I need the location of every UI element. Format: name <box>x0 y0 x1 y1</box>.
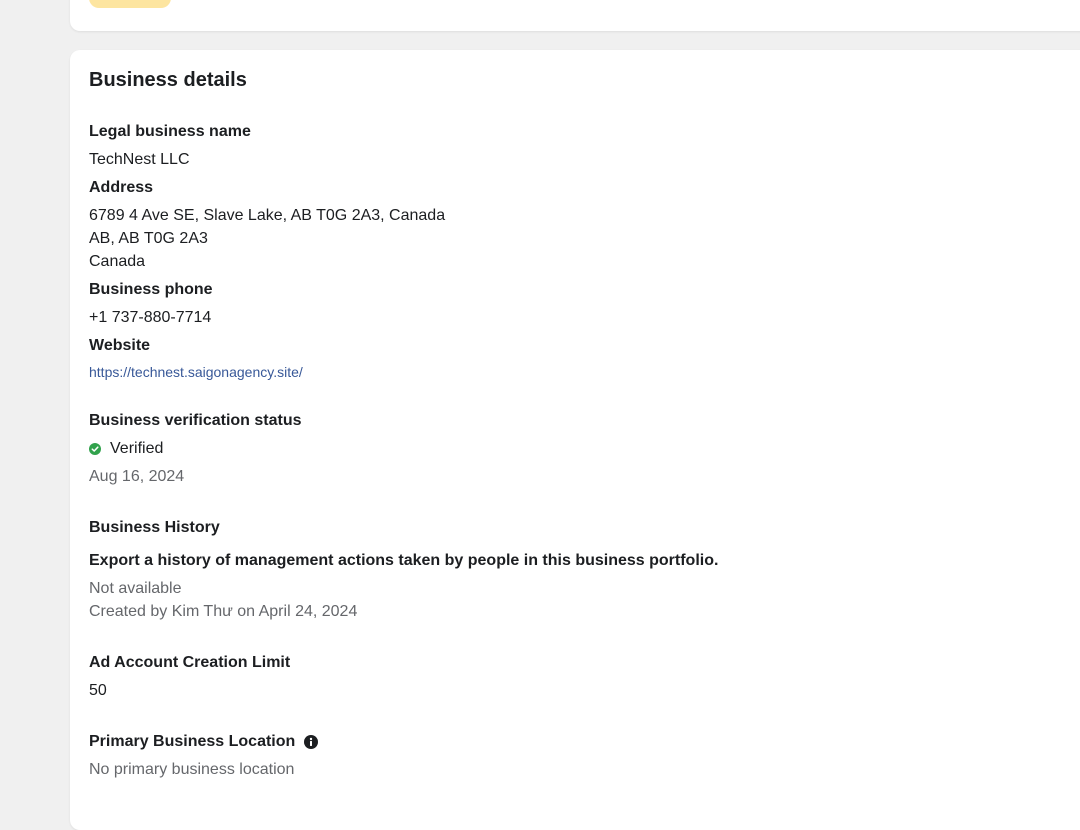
address-line-3: Canada <box>89 253 146 270</box>
section-title: Business details <box>89 69 247 91</box>
history-created: Created by Kim Thư on April 24, 2024 <box>89 603 358 620</box>
primary-location-value: No primary business location <box>89 761 295 778</box>
history-description: Export a history of management actions t… <box>89 552 719 569</box>
history-label: Business History <box>89 519 220 536</box>
phone-label: Business phone <box>89 281 213 298</box>
primary-location-label-row: Primary Business Location <box>89 733 319 751</box>
address-line-1: 6789 4 Ave SE, Slave Lake, AB T0G 2A3, C… <box>89 207 446 224</box>
info-icon[interactable] <box>304 735 319 749</box>
verification-label: Business verification status <box>89 412 302 429</box>
primary-location-label: Primary Business Location <box>89 733 296 750</box>
verification-status: Verified <box>110 440 164 457</box>
business-details-card: Business details Legal business name Tec… <box>70 50 1080 830</box>
address-label: Address <box>89 179 154 196</box>
legal-name-label: Legal business name <box>89 123 251 140</box>
verification-status-row: Verified <box>89 440 163 458</box>
check-circle-icon <box>89 443 101 455</box>
history-availability: Not available <box>89 580 182 597</box>
phone-value: +1 737-880-7714 <box>89 309 212 326</box>
ad-limit-label: Ad Account Creation Limit <box>89 654 291 671</box>
partial-yellow-button[interactable] <box>89 0 171 8</box>
website-link[interactable]: https://technest.saigonagency.site/ <box>89 364 303 380</box>
verification-date: Aug 16, 2024 <box>89 468 185 485</box>
legal-name-value: TechNest LLC <box>89 151 190 168</box>
address-line-2: AB, AB T0G 2A3 <box>89 230 208 247</box>
previous-card <box>70 0 1080 31</box>
website-label: Website <box>89 337 151 354</box>
ad-limit-value: 50 <box>89 682 107 699</box>
